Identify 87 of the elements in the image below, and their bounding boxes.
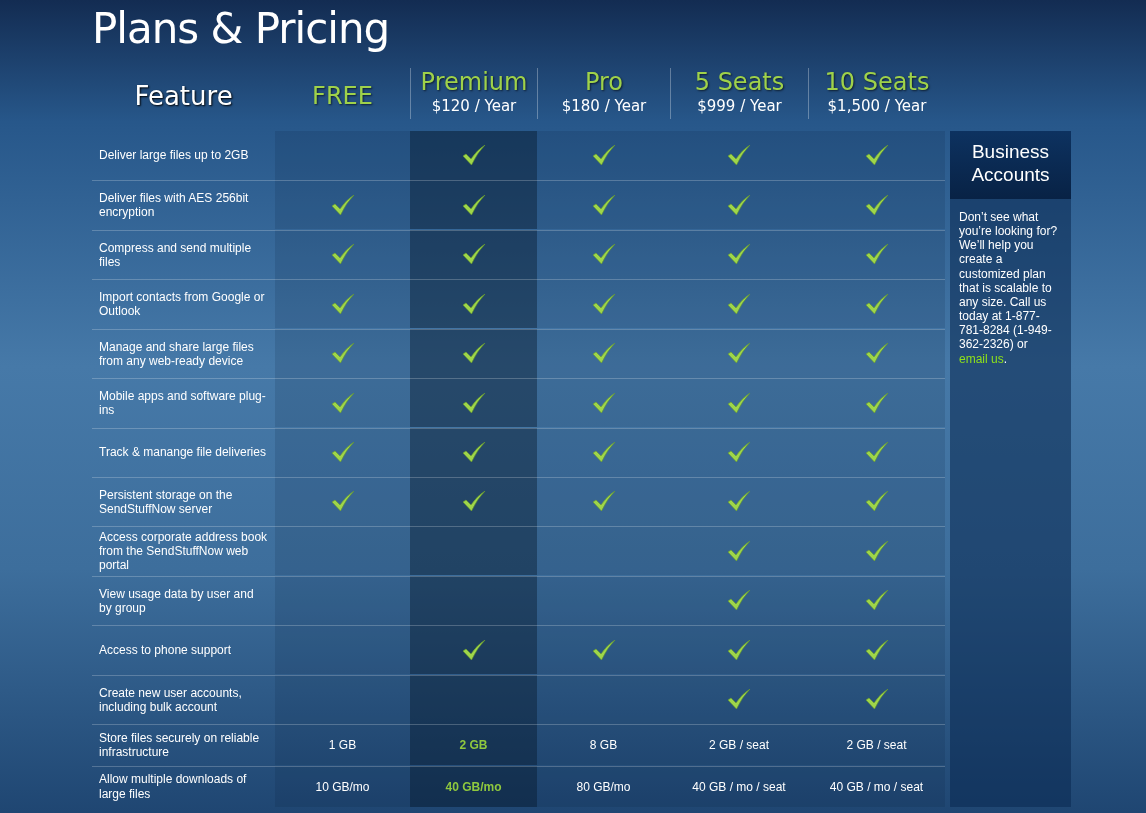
check-icon [330,442,355,464]
feature-label: Access to phone support [92,625,275,675]
check-icon [461,145,486,166]
check-icon [461,639,486,661]
feature-label: Track & manange file deliveries [92,427,275,477]
check-icon [727,540,751,562]
plan-price: $180 / Year [561,96,647,118]
check-icon [727,442,751,464]
check-icon [461,392,486,414]
check-icon [864,244,889,266]
check-icon [461,293,486,315]
check-icon [461,244,486,266]
table-cell: 2 GB / seat [670,724,808,766]
page-title: Plans & Pricing [92,3,391,55]
plan-price: $120 / Year [431,96,517,118]
check-icon [727,343,751,365]
table-cell: 80 GB/mo [537,765,670,807]
check-icon [864,145,889,166]
table-cell: 40 GB / mo / seat [670,765,808,807]
check-icon [727,639,751,661]
check-icon [864,343,889,365]
plan-name: FREE [312,83,373,110]
table-cell: 1 GB [275,724,410,766]
check-icon [591,244,616,266]
check-icon [864,293,889,315]
check-icon [727,145,751,166]
check-icon [864,491,889,513]
check-icon [727,293,751,315]
check-icon [864,639,889,661]
check-icon [461,491,486,513]
check-icon [591,392,616,414]
check-icon [864,689,889,711]
plan-price: $999 / Year [697,96,782,118]
table-cell: 40 GB/mo [410,765,537,807]
check-icon [330,491,355,513]
check-icon [330,293,355,315]
check-icon [864,392,889,414]
plan-price: $1,500 / Year [827,96,927,118]
check-icon [591,491,616,513]
feature-label: Mobile apps and software plug-ins [92,378,275,428]
check-icon [727,392,751,414]
column-heading: Feature [134,80,233,113]
check-icon [864,590,889,612]
check-icon [461,343,486,365]
plan-name: Premium [420,69,528,96]
check-icon [864,194,889,216]
check-icon [591,442,616,464]
feature-label: Create new user accounts, including bulk account [92,674,275,724]
check-icon [591,145,616,166]
table-cell: 2 GB / seat [808,724,945,766]
table-cell: 8 GB [537,724,670,766]
table-cell: 2 GB [410,724,537,766]
check-icon [727,491,751,513]
check-icon [330,244,355,266]
plan-name: Pro [584,69,624,96]
feature-label: Import contacts from Google or Outlook [92,279,275,329]
check-icon [330,343,355,365]
check-icon [864,540,889,562]
email-link[interactable]: email us [959,351,1004,366]
feature-label: View usage data by user and by group [92,575,275,625]
check-icon [727,590,751,612]
panel-text: Don’t see what you’re looking for? We’ll help you create a customized plan that is scalable to any size. Call us today at 1-877-781-8284 (1-949-362-2326) or email us. [958,209,1059,368]
panel-title: Business Accounts [950,131,1071,199]
check-icon [330,194,355,216]
feature-label: Deliver files with AES 256bit encryption [92,180,275,230]
check-icon [330,392,355,414]
check-icon [461,194,486,216]
check-icon [461,442,486,464]
feature-label: Allow multiple downloads of large files [92,765,275,807]
feature-label: Manage and share large files from any web-ready device [92,328,275,378]
feature-label: Store files securely on reliable infrastructure [92,724,275,766]
check-icon [727,689,751,711]
check-icon [591,194,616,216]
feature-label: Persistent storage on the SendStuffNow server [92,476,275,526]
plan-name: 5 Seats [694,69,785,96]
feature-label: Access corporate address book from the SendStuffNow web portal [92,526,275,576]
table-cell: 40 GB / mo / seat [808,765,945,807]
check-icon [591,293,616,315]
feature-label: Deliver large files up to 2GB [98,147,250,165]
check-icon [864,442,889,464]
check-icon [591,639,616,661]
check-icon [727,194,751,216]
check-icon [727,244,751,266]
plan-name: 10 Seats [824,69,930,96]
table-cell: 10 GB/mo [275,765,410,807]
feature-label: Compress and send multiple files [92,229,275,279]
check-icon [591,343,616,365]
